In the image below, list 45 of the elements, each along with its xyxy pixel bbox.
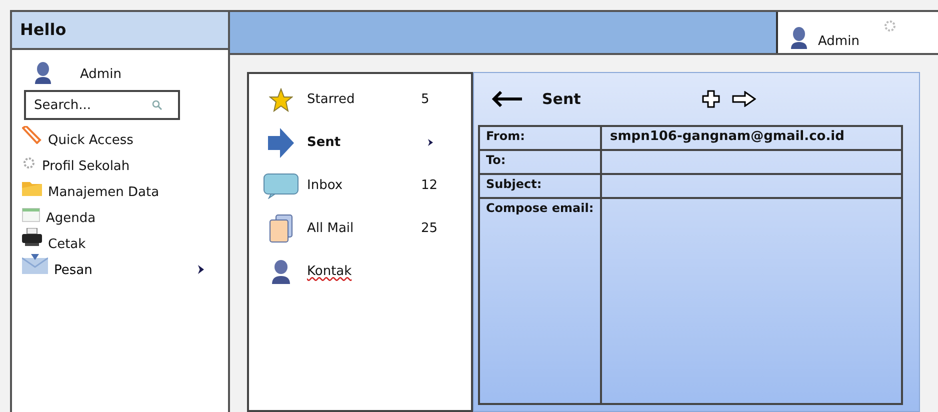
printer-icon	[22, 228, 42, 248]
folder-item[interactable]: All Mail 25	[261, 207, 471, 250]
field-value: smpn106-gangnam@gmail.co.id	[610, 129, 844, 144]
chevron-icon	[198, 265, 204, 274]
folder-item[interactable]: Sent	[261, 121, 471, 164]
gear-icon	[22, 156, 36, 170]
sidebar-item[interactable]: Pesan	[12, 254, 228, 280]
user-icon	[271, 260, 291, 284]
sidebar-item[interactable]: Cetak	[12, 228, 228, 254]
search-icon	[152, 100, 162, 110]
sidebar-item[interactable]: Agenda	[12, 202, 228, 228]
user-icon	[34, 62, 52, 84]
plus-icon[interactable]	[702, 90, 720, 108]
field-label: Compose email:	[480, 199, 602, 403]
field-label: From:	[480, 127, 602, 149]
back-arrow-icon[interactable]	[492, 91, 522, 107]
settings-icon[interactable]	[883, 19, 898, 33]
user-name: Admin	[818, 34, 860, 49]
folder-item[interactable]: Starred 5	[261, 78, 471, 121]
arrow-icon	[268, 128, 294, 158]
sidebar-title: Hello	[12, 12, 228, 50]
field-label: Subject:	[480, 175, 602, 197]
chevron-icon	[428, 139, 433, 146]
folder-item[interactable]: Kontak	[261, 250, 471, 293]
pencil-icon	[22, 126, 42, 144]
sidebar-item[interactable]: Quick Access	[12, 124, 228, 150]
user-name: Admin	[80, 67, 122, 84]
envelope-icon	[22, 254, 48, 274]
input-field[interactable]: smpn106-gangnam@gmail.co.id	[602, 127, 901, 149]
speech-bubble-icon	[263, 172, 299, 198]
folder-item[interactable]: Inbox 12	[261, 164, 471, 207]
stack-icon	[268, 214, 294, 244]
count-label: 5	[421, 92, 430, 107]
forward-arrow-icon[interactable]	[732, 91, 756, 107]
count-label: 25	[421, 221, 439, 236]
sidebar-item[interactable]: Manajemen Data	[12, 176, 228, 202]
folder-icon	[22, 180, 42, 196]
star-icon	[269, 88, 293, 112]
user-icon	[790, 27, 808, 49]
calendar-icon	[22, 208, 40, 222]
sidebar-item[interactable]: Profil Sekolah	[12, 150, 228, 176]
panel-title: Sent	[542, 90, 582, 108]
search-field[interactable]: Search...	[24, 90, 180, 120]
field-label: To:	[480, 151, 602, 173]
count-label: 12	[421, 178, 439, 193]
